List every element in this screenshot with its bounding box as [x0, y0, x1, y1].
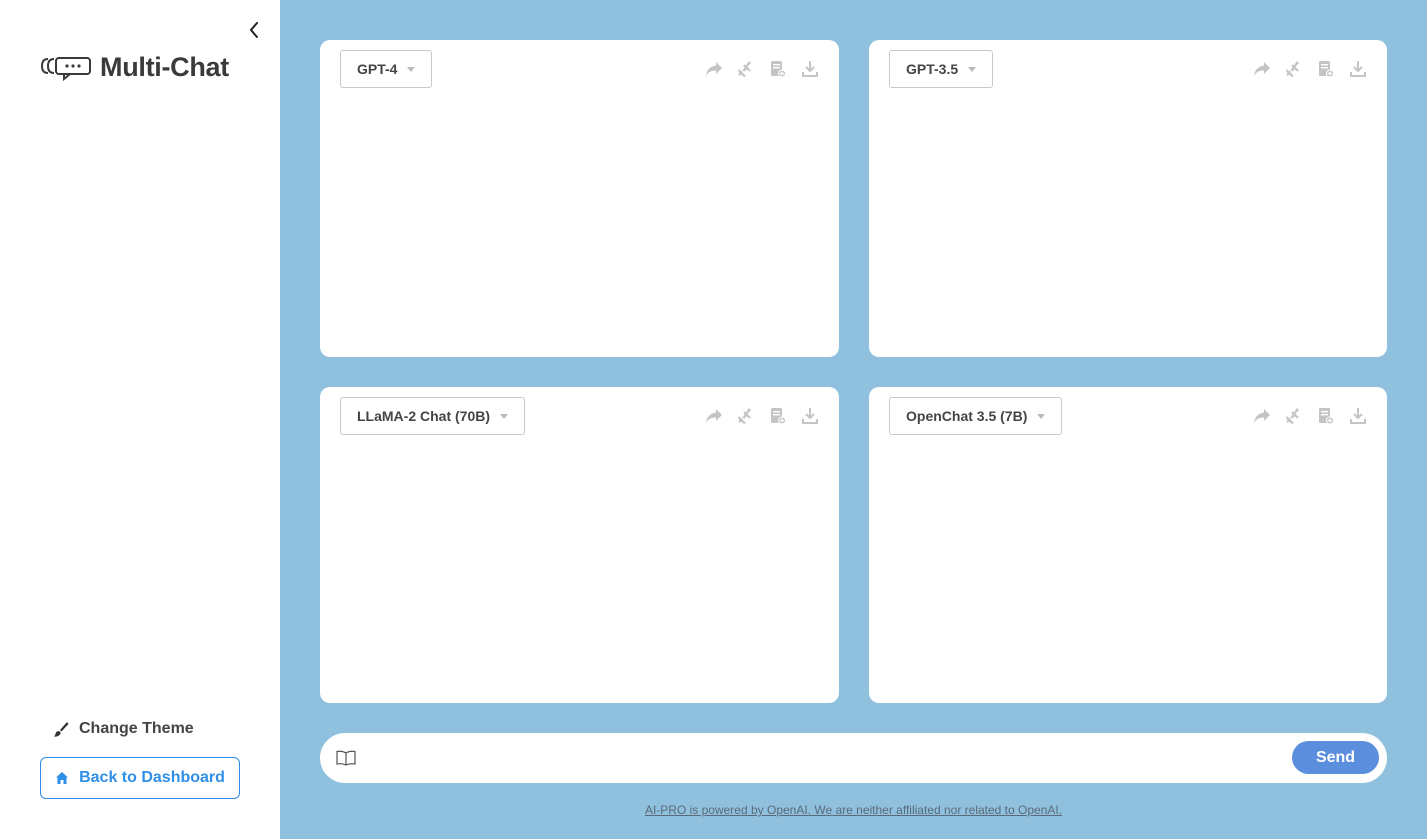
download-button[interactable] — [801, 407, 819, 425]
chat-input[interactable] — [370, 741, 1330, 775]
change-theme-button[interactable]: Change Theme — [53, 720, 194, 738]
export-icon — [1318, 60, 1334, 78]
share-icon — [705, 408, 723, 424]
clear-icon — [737, 407, 755, 425]
chevron-left-icon — [249, 22, 258, 38]
download-button[interactable] — [1349, 60, 1367, 78]
export-icon — [770, 60, 786, 78]
chat-panel: GPT-3.5 — [869, 40, 1387, 357]
sidebar: Multi-Chat Change Theme Back to Dashboar… — [0, 0, 280, 839]
change-theme-label: Change Theme — [79, 720, 194, 737]
model-select-label: OpenChat 3.5 (7B) — [906, 408, 1028, 424]
panel-toolbar — [705, 407, 819, 425]
share-button[interactable] — [705, 407, 723, 425]
home-icon — [56, 772, 69, 784]
clear-button[interactable] — [1285, 407, 1303, 425]
export-button[interactable] — [1317, 60, 1335, 78]
app-title: Multi-Chat — [100, 52, 229, 82]
panel-toolbar — [705, 60, 819, 78]
model-select-label: GPT-3.5 — [906, 61, 959, 77]
clear-button[interactable] — [737, 407, 755, 425]
share-button[interactable] — [1253, 407, 1271, 425]
share-icon — [705, 61, 723, 77]
export-icon — [770, 407, 786, 425]
download-icon — [802, 60, 818, 78]
clear-icon — [1285, 60, 1303, 78]
model-select-label: LLaMA-2 Chat (70B) — [357, 408, 491, 424]
share-icon — [1253, 408, 1271, 424]
clear-icon — [737, 60, 755, 78]
clear-button[interactable] — [1285, 60, 1303, 78]
download-icon — [1350, 60, 1366, 78]
export-button[interactable] — [769, 60, 787, 78]
share-button[interactable] — [1253, 60, 1271, 78]
model-select[interactable]: GPT-3.5 — [889, 50, 994, 88]
download-icon — [1350, 407, 1366, 425]
book-icon — [336, 750, 356, 766]
export-button[interactable] — [1317, 407, 1335, 425]
caret-down-icon — [968, 66, 977, 72]
model-select[interactable]: OpenChat 3.5 (7B) — [889, 397, 1063, 435]
download-icon — [802, 407, 818, 425]
download-button[interactable] — [801, 60, 819, 78]
multi-chat-logo-icon — [40, 56, 91, 81]
send-button[interactable]: Send — [1292, 741, 1379, 774]
back-to-dashboard-label: Back to Dashboard — [79, 769, 225, 786]
share-icon — [1253, 61, 1271, 77]
chat-input-bar: Send — [320, 733, 1387, 783]
model-select-label: GPT-4 — [357, 61, 398, 77]
panel-toolbar — [1253, 60, 1367, 78]
panel-toolbar — [1253, 407, 1367, 425]
download-button[interactable] — [1349, 407, 1367, 425]
chat-panel: LLaMA-2 Chat (70B) — [320, 387, 839, 703]
chat-panel: GPT-4 — [320, 40, 839, 357]
export-icon — [1318, 407, 1334, 425]
caret-down-icon — [500, 413, 509, 419]
footer-disclaimer[interactable]: AI-PRO is powered by OpenAI. We are neit… — [280, 803, 1427, 817]
prompt-library-button[interactable] — [335, 748, 357, 768]
clear-icon — [1285, 407, 1303, 425]
chat-panel: OpenChat 3.5 (7B) — [869, 387, 1387, 703]
clear-button[interactable] — [737, 60, 755, 78]
share-button[interactable] — [705, 60, 723, 78]
caret-down-icon — [1037, 413, 1046, 419]
app-logo: Multi-Chat — [40, 52, 229, 83]
model-select[interactable]: GPT-4 — [340, 50, 433, 88]
caret-down-icon — [407, 66, 416, 72]
back-to-dashboard-button[interactable]: Back to Dashboard — [40, 757, 240, 799]
export-button[interactable] — [769, 407, 787, 425]
collapse-sidebar-button[interactable] — [244, 20, 264, 40]
model-select[interactable]: LLaMA-2 Chat (70B) — [340, 397, 526, 435]
brush-icon — [54, 722, 69, 737]
chat-area: GPT-4 GPT-3.5 LLaMA-2 Chat (70B) OpenCha… — [280, 0, 1427, 839]
